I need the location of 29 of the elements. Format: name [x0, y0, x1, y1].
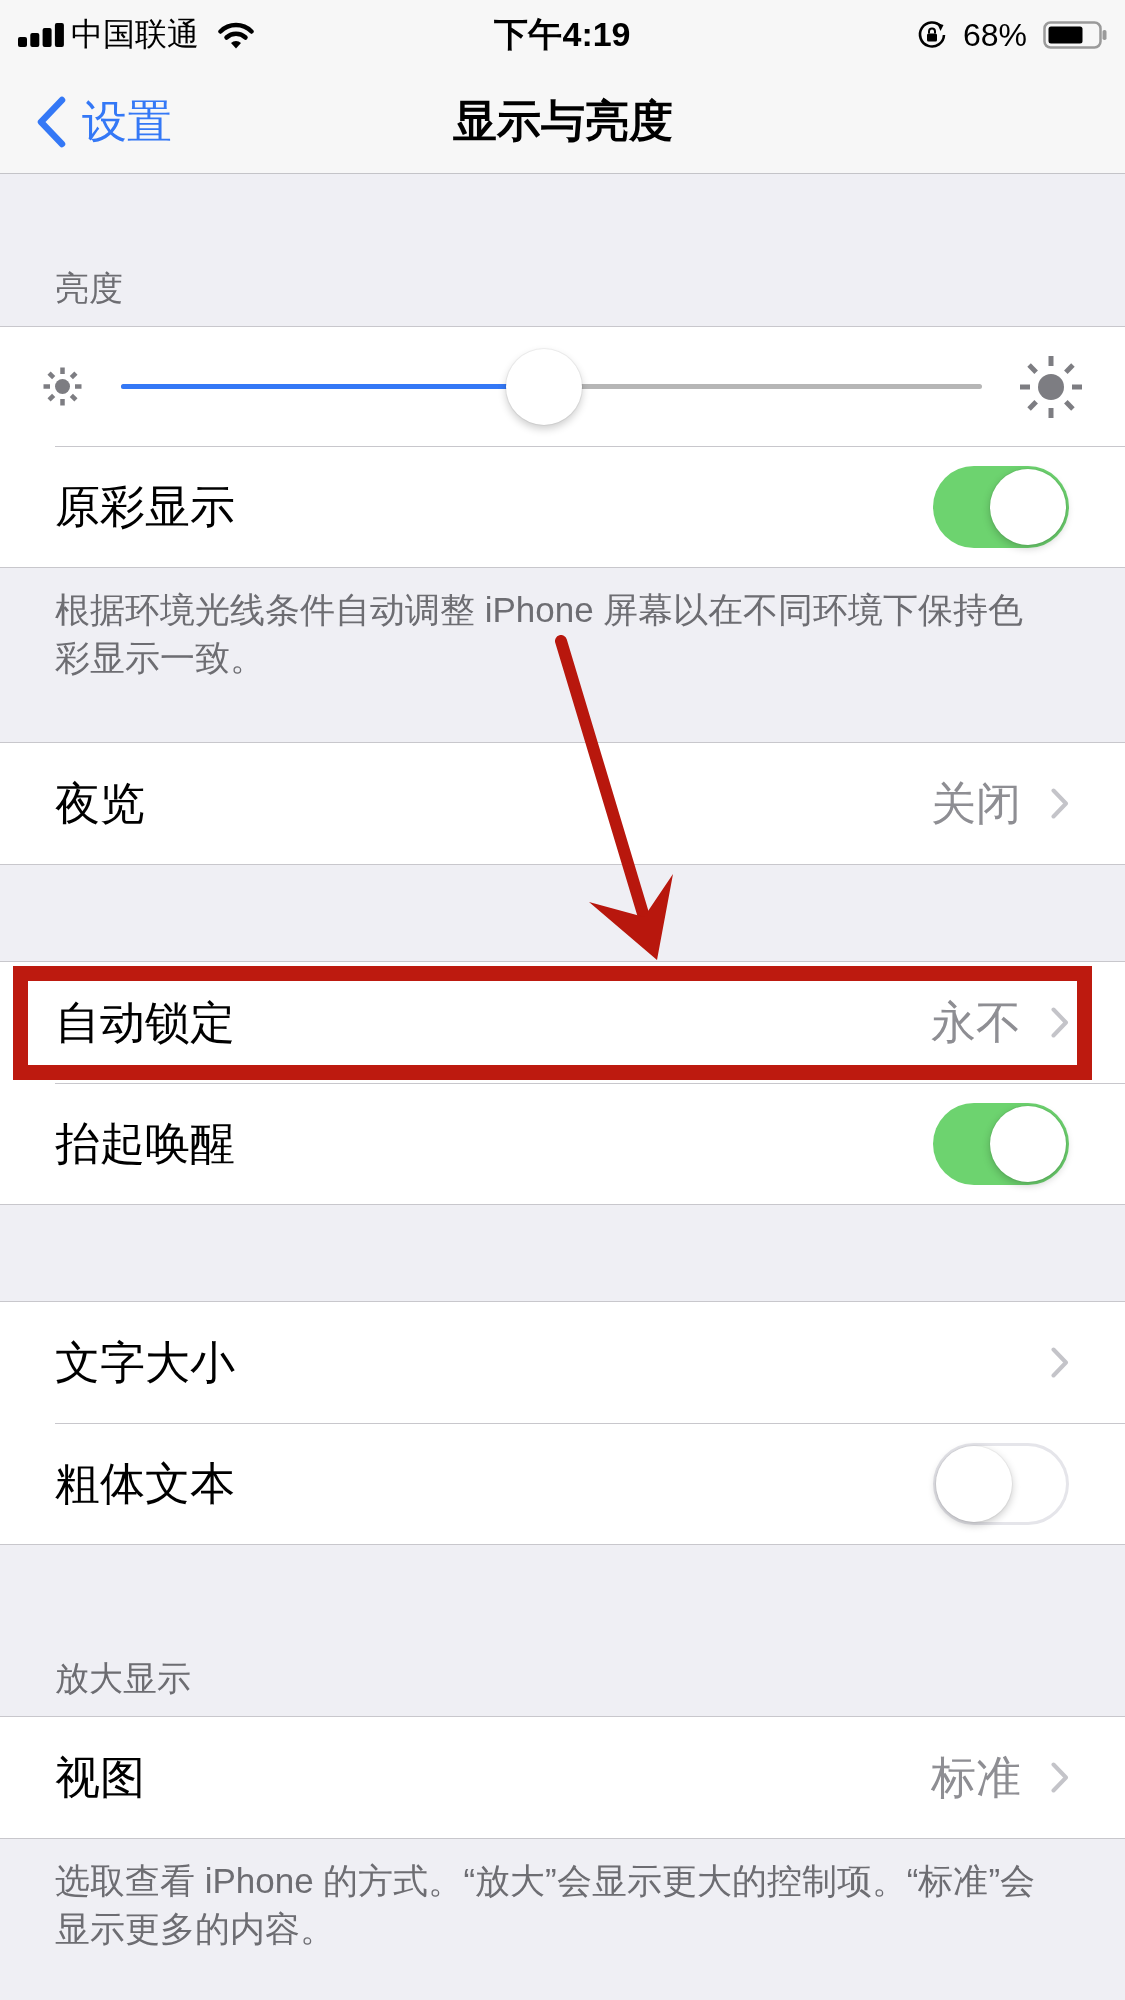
wifi-icon: [218, 21, 254, 49]
settings-row[interactable]: 自动锁定 永不: [0, 962, 1125, 1083]
section-footnote: 根据环境光线条件自动调整 iPhone 屏幕以在不同环境下保持色彩显示一致。: [54, 589, 1025, 679]
section-header: 放大显示: [54, 1658, 192, 1699]
dim-sun-icon: [42, 366, 83, 407]
settings-row[interactable]: 夜览 关闭: [0, 743, 1125, 864]
chevron-icon: [1051, 1007, 1069, 1038]
back-button[interactable]: 设置: [36, 91, 172, 152]
page-title: 显示与亮度: [452, 95, 673, 147]
setting-label: 抬起唤醒: [55, 1116, 236, 1171]
chevron-icon: [1051, 1347, 1069, 1378]
chevron-icon: [1051, 788, 1069, 819]
setting-label: 粗体文本: [55, 1456, 236, 1511]
rotation-lock-icon: [916, 20, 947, 50]
slider-thumb[interactable]: [505, 348, 582, 425]
settings-row[interactable]: 文字大小: [0, 1302, 1125, 1423]
brightness-slider[interactable]: [121, 348, 982, 425]
chevron-icon: [1051, 1762, 1069, 1793]
bright-sun-icon: [1018, 353, 1084, 420]
battery-percent: 68%: [962, 16, 1027, 54]
settings-row[interactable]: 视图 标准: [0, 1717, 1125, 1838]
section-header: 亮度: [54, 268, 124, 309]
carrier-name: 中国联通: [71, 15, 199, 54]
signal-icon: [18, 23, 64, 47]
battery-icon: [1043, 21, 1107, 49]
back-chevron-icon: [36, 95, 66, 148]
setting-label: 原彩显示: [55, 479, 236, 534]
section-footnote: 选取查看 iPhone 的方式。“放大”会显示更大的控制项。“标准”会显示更多的内容。: [54, 1860, 1037, 1950]
status-time: 下午4:19: [494, 14, 631, 55]
